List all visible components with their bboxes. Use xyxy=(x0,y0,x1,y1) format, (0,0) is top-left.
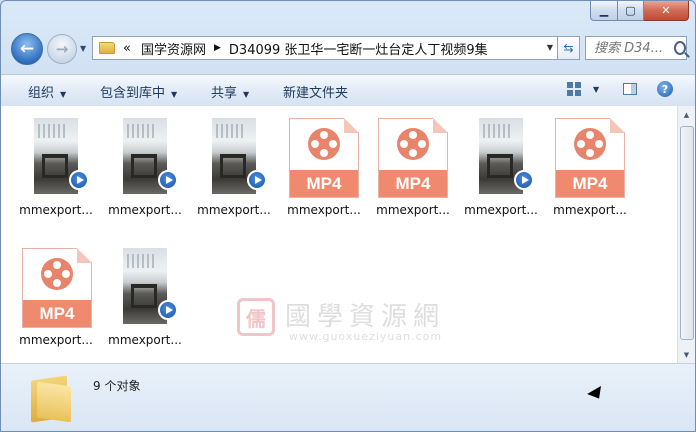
item-count: 9 个对象 xyxy=(93,379,141,393)
organize-label: 组织 xyxy=(28,86,55,101)
address-dropdown-icon[interactable]: ▼ xyxy=(547,43,553,52)
file-item[interactable]: mmexport... xyxy=(102,110,188,220)
play-badge-icon xyxy=(158,300,178,320)
mp4-file-icon: MP4 xyxy=(555,118,625,198)
play-badge-icon xyxy=(69,170,89,190)
file-name: mmexport... xyxy=(108,333,182,347)
mp4-file-icon: MP4 xyxy=(378,118,448,198)
file-name: mmexport... xyxy=(553,203,627,217)
search-box[interactable] xyxy=(585,36,687,60)
file-name: mmexport... xyxy=(464,203,538,217)
search-input[interactable] xyxy=(592,39,672,57)
mp4-label: MP4 xyxy=(379,170,447,197)
film-reel-icon xyxy=(308,128,340,160)
window-caption-buttons: ▁ ▢ ✕ xyxy=(590,1,689,21)
play-badge-icon xyxy=(514,170,534,190)
file-name: mmexport... xyxy=(376,203,450,217)
file-list-pane[interactable]: mmexport... mmexport... mmexport... MP4 … xyxy=(1,106,677,363)
breadcrumb: « 国学资源网 ▶ D34099 张卫华一宅断一灶台定人丁视频9集 xyxy=(123,39,488,58)
mp4-label: MP4 xyxy=(23,300,91,327)
mp4-label: MP4 xyxy=(556,170,624,197)
close-button[interactable]: ✕ xyxy=(644,1,689,21)
breadcrumb-separator-icon[interactable]: ▶ xyxy=(214,43,221,53)
mp4-label: MP4 xyxy=(290,170,358,197)
file-item[interactable]: mmexport... xyxy=(102,240,188,350)
file-item[interactable]: MP4 mmexport... xyxy=(281,110,367,220)
film-reel-icon xyxy=(397,128,429,160)
organize-menu[interactable]: 组织 ▼ xyxy=(28,82,66,101)
new-folder-button[interactable]: 新建文件夹 xyxy=(283,82,348,101)
mp4-file-icon: MP4 xyxy=(22,248,92,328)
file-item[interactable]: mmexport... xyxy=(13,110,99,220)
chevron-down-icon: ▼ xyxy=(243,90,250,99)
watermark-text: 國學資源網 xyxy=(285,302,446,332)
watermark: 儒 國學資源網 www.guoxueziyuan.com xyxy=(237,296,467,348)
scroll-up-icon[interactable]: ▲ xyxy=(678,106,695,123)
scrollbar-thumb[interactable] xyxy=(680,126,694,340)
include-in-library-label: 包含到库中 xyxy=(100,86,166,101)
play-badge-icon xyxy=(158,170,178,190)
view-options-dropdown-icon[interactable]: ▼ xyxy=(593,85,599,94)
file-item[interactable]: mmexport... xyxy=(458,110,544,220)
watermark-seal: 儒 xyxy=(237,298,275,336)
breadcrumb-item-root[interactable]: 国学资源网 xyxy=(141,39,206,58)
preview-pane-icon[interactable] xyxy=(623,83,637,95)
help-icon[interactable]: ? xyxy=(657,81,673,97)
folder-icon xyxy=(31,374,71,423)
folder-icon xyxy=(99,42,115,54)
search-icon[interactable] xyxy=(674,41,686,55)
file-item[interactable]: MP4 mmexport... xyxy=(547,110,633,220)
minimize-button[interactable]: ▁ xyxy=(590,1,618,21)
chevron-down-icon: ▼ xyxy=(60,90,67,99)
file-name: mmexport... xyxy=(108,203,182,217)
address-bar[interactable]: « 国学资源网 ▶ D34099 张卫华一宅断一灶台定人丁视频9集 ▼ xyxy=(92,36,558,60)
vertical-scrollbar[interactable]: ▲ ▼ xyxy=(677,106,695,363)
file-name: mmexport... xyxy=(197,203,271,217)
watermark-url: www.guoxueziyuan.com xyxy=(289,330,443,343)
play-badge-icon xyxy=(247,170,267,190)
scroll-down-icon[interactable]: ▼ xyxy=(678,346,695,363)
navigation-bar: ← → ▼ « 国学资源网 ▶ D34099 张卫华一宅断一灶台定人丁视频9集 … xyxy=(1,31,695,67)
film-reel-icon xyxy=(41,258,73,290)
back-button[interactable]: ← xyxy=(11,33,43,65)
chevron-down-icon: ▼ xyxy=(171,90,178,99)
maximize-button[interactable]: ▢ xyxy=(618,1,644,21)
include-in-library-menu[interactable]: 包含到库中 ▼ xyxy=(100,82,177,101)
refresh-button[interactable]: ⇆ xyxy=(558,36,580,60)
mp4-file-icon: MP4 xyxy=(289,118,359,198)
file-item[interactable]: MP4 mmexport... xyxy=(13,240,99,350)
file-name: mmexport... xyxy=(287,203,361,217)
breadcrumb-overflow[interactable]: « xyxy=(123,41,131,56)
file-name: mmexport... xyxy=(19,333,93,347)
film-reel-icon xyxy=(574,128,606,160)
file-name: mmexport... xyxy=(19,203,93,217)
breadcrumb-item-current[interactable]: D34099 张卫华一宅断一灶台定人丁视频9集 xyxy=(229,39,488,58)
change-view-icon[interactable] xyxy=(567,82,581,96)
command-bar: 组织 ▼ 包含到库中 ▼ 共享 ▼ 新建文件夹 ▼ ? xyxy=(1,74,695,107)
explorer-window: ▁ ▢ ✕ ← → ▼ « 国学资源网 ▶ D34099 张卫华一宅断一灶台定人… xyxy=(0,0,696,432)
forward-button[interactable]: → xyxy=(47,34,77,64)
file-item[interactable]: mmexport... xyxy=(191,110,277,220)
share-label: 共享 xyxy=(211,86,238,101)
file-item[interactable]: MP4 mmexport... xyxy=(370,110,456,220)
share-menu[interactable]: 共享 ▼ xyxy=(211,82,249,101)
recent-pages-dropdown-icon[interactable]: ▼ xyxy=(80,44,86,53)
